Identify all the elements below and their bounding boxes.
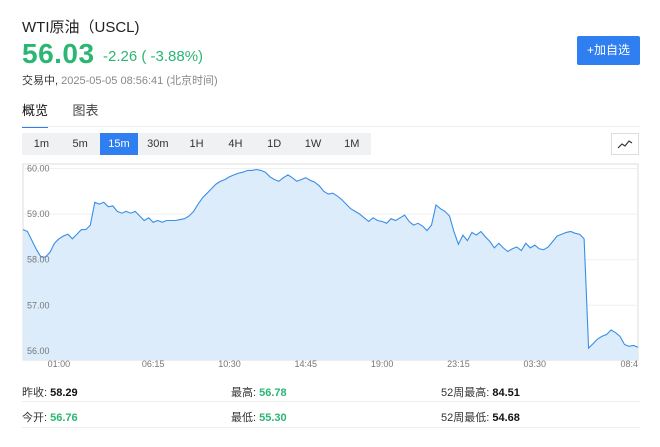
- view-tabs: 概览 图表: [22, 100, 118, 128]
- y-tick-label: 57.00: [27, 300, 50, 310]
- stat-open: 今开: 56.76: [22, 412, 78, 424]
- x-tick-label: 06:15: [142, 359, 165, 369]
- stat-high: 最高: 56.78: [231, 387, 287, 399]
- x-tick-label: 23:15: [447, 359, 470, 369]
- price-chart[interactable]: 60.00 59.00 58.00 57.00 56.00 01:00 06:15 10:30…: [0, 160, 660, 375]
- line-chart-icon: [617, 140, 633, 149]
- add-watchlist-button[interactable]: +加自选: [577, 36, 640, 65]
- price-change: -2.26 ( -3.88%): [103, 48, 204, 65]
- y-tick-label: 56.00: [27, 346, 50, 356]
- stats-divider: [22, 401, 640, 402]
- x-tick-label: 14:45: [295, 359, 318, 369]
- stat-low: 最低: 55.30: [231, 412, 287, 424]
- stats-divider: [22, 427, 640, 428]
- timestamp: 2025-05-05 08:56:41 (北京时间): [61, 75, 218, 87]
- x-tick-label: 19:00: [371, 359, 394, 369]
- period-1m[interactable]: 1m: [22, 133, 61, 155]
- x-tick-label: 03:30: [523, 359, 546, 369]
- stat-52w-high: 52周最高: 84.51: [441, 387, 520, 399]
- chart-type-button[interactable]: [611, 133, 639, 155]
- x-tick-label: 10:30: [218, 359, 241, 369]
- y-tick-label: 58.00: [27, 255, 50, 265]
- tab-divider: [22, 126, 640, 127]
- period-4h[interactable]: 4H: [216, 133, 255, 155]
- stat-prev-close: 昨收: 58.29: [22, 387, 78, 399]
- period-selector: 1m 5m 15m 30m 1H 4H 1D 1W 1M: [22, 133, 372, 155]
- y-tick-label: 59.00: [27, 209, 50, 219]
- x-tick-label: 01:00: [48, 359, 71, 369]
- tab-chart[interactable]: 图表: [72, 100, 98, 126]
- period-1mo[interactable]: 1M: [332, 133, 371, 155]
- period-15m[interactable]: 15m: [99, 133, 139, 155]
- status-label: 交易中,: [22, 75, 59, 87]
- y-tick-label: 60.00: [27, 164, 50, 174]
- period-5m[interactable]: 5m: [61, 133, 100, 155]
- tab-overview[interactable]: 概览: [22, 100, 49, 128]
- period-30m[interactable]: 30m: [138, 133, 177, 155]
- last-price: 56.03: [22, 38, 95, 69]
- period-1w[interactable]: 1W: [294, 133, 333, 155]
- stat-52w-low: 52周最低: 54.68: [441, 412, 520, 424]
- period-1h[interactable]: 1H: [177, 133, 216, 155]
- x-tick-label: 08:4: [620, 359, 638, 369]
- instrument-title: WTI原油（USCL): [22, 19, 140, 36]
- period-1d[interactable]: 1D: [255, 133, 294, 155]
- trading-status: 交易中, 2025-05-05 08:56:41 (北京时间): [22, 72, 218, 88]
